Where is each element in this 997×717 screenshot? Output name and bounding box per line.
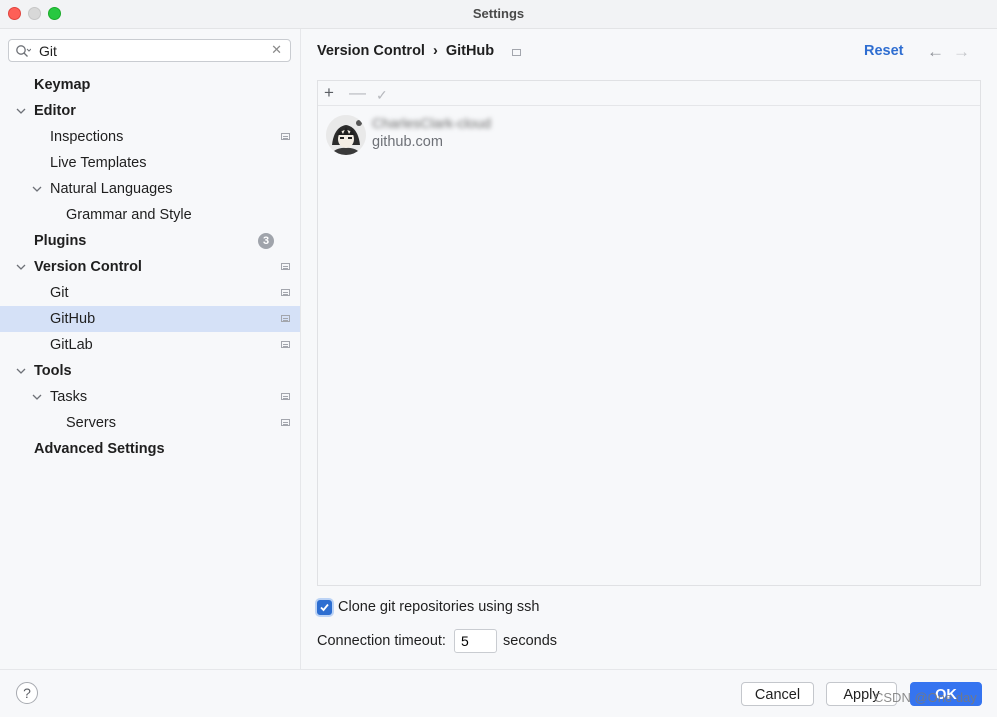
tree-item-keymap[interactable]: Keymap	[0, 72, 300, 98]
remove-account-icon[interactable]: —	[349, 83, 366, 103]
plugins-count-badge: 3	[258, 233, 274, 249]
project-settings-icon	[281, 419, 290, 426]
tree-item-label: Natural Languages	[50, 181, 173, 197]
project-settings-icon	[281, 133, 290, 140]
tree-item-label: Tasks	[50, 389, 88, 405]
project-settings-icon	[281, 393, 290, 400]
forward-arrow-icon[interactable]: →	[953, 42, 970, 62]
chevron-down-icon[interactable]	[32, 392, 42, 402]
account-name: CharlesClark-cloud	[372, 115, 492, 131]
tree-item-label: Servers	[66, 415, 116, 431]
tree-item-plugins[interactable]: Plugins 3	[0, 228, 300, 254]
project-settings-icon	[281, 315, 290, 322]
tree-item-label: Plugins	[34, 233, 87, 249]
tree-item-label: Tools	[34, 363, 72, 379]
project-settings-icon	[281, 289, 290, 296]
tree-item-live-templates[interactable]: Live Templates	[0, 150, 300, 176]
reset-link[interactable]: Reset	[864, 43, 904, 59]
search-box[interactable]: ✕	[8, 39, 291, 62]
breadcrumb: Version Control › GitHub	[317, 43, 494, 59]
tree-item-label: Version Control	[34, 259, 142, 275]
tree-item-label: Git	[50, 285, 69, 301]
tree-item-inspections[interactable]: Inspections	[0, 124, 300, 150]
avatar	[326, 115, 366, 155]
watermark: CSDN @One day​	[874, 690, 977, 705]
project-settings-icon	[281, 341, 290, 348]
add-account-icon[interactable]: +	[324, 83, 334, 103]
search-input[interactable]	[39, 42, 259, 59]
breadcrumb-parent[interactable]: Version Control	[317, 43, 425, 59]
tree-item-tools[interactable]: Tools	[0, 358, 300, 384]
help-button[interactable]: ?	[16, 682, 38, 704]
project-settings-icon	[512, 49, 521, 56]
timeout-label: Connection timeout:	[317, 633, 446, 649]
tree-item-servers[interactable]: Servers	[0, 410, 300, 436]
tree-item-label: Inspections	[50, 129, 124, 145]
title-bar: Settings	[0, 0, 997, 29]
chevron-down-icon[interactable]	[16, 366, 26, 376]
chevron-down-icon[interactable]	[16, 262, 26, 272]
checkmark-icon	[320, 603, 329, 612]
timeout-input[interactable]	[454, 629, 497, 653]
tree-item-editor[interactable]: Editor	[0, 98, 300, 124]
tree-item-label: GitHub	[50, 311, 96, 327]
tree-item-label: Editor	[34, 103, 76, 119]
accounts-toolbar: + — ✓	[318, 81, 980, 106]
tree-item-label: Advanced Settings	[34, 441, 165, 457]
project-settings-icon	[281, 263, 290, 270]
chevron-down-icon[interactable]	[32, 184, 42, 194]
search-icon	[16, 45, 31, 57]
tree-item-label: Live Templates	[50, 155, 147, 171]
dialog-footer: ? Cancel Apply OK CSDN @One day​	[0, 669, 997, 717]
tree-item-version-control[interactable]: Version Control	[0, 254, 300, 280]
settings-sidebar: ✕ Keymap Editor Inspections Live Templat…	[0, 29, 301, 669]
breadcrumb-separator: ›	[432, 43, 438, 59]
clone-ssh-label[interactable]: Clone git repositories using ssh	[338, 599, 540, 615]
chevron-down-icon[interactable]	[16, 106, 26, 116]
tree-item-label: Keymap	[34, 77, 91, 93]
set-default-check-icon[interactable]: ✓	[376, 85, 388, 105]
tree-item-label: GitLab	[50, 337, 93, 353]
clone-ssh-checkbox[interactable]	[317, 600, 332, 615]
tree-item-label: Grammar and Style	[66, 207, 192, 223]
tree-item-git[interactable]: Git	[0, 280, 300, 306]
settings-content: Version Control › GitHub Reset ← → + — ✓ C…	[301, 29, 997, 669]
tree-item-advanced-settings[interactable]: Advanced Settings	[0, 436, 300, 462]
account-list-item[interactable]: CharlesClark-cloud github.com	[326, 115, 966, 157]
tree-item-grammar-and-style[interactable]: Grammar and Style	[0, 202, 300, 228]
timeout-unit: seconds	[503, 633, 558, 649]
clear-search-icon[interactable]: ✕	[271, 42, 282, 58]
breadcrumb-current: GitHub	[445, 43, 495, 59]
tree-item-gitlab[interactable]: GitLab	[0, 332, 300, 358]
back-arrow-icon[interactable]: ←	[927, 42, 944, 62]
cancel-button[interactable]: Cancel	[741, 682, 814, 706]
tree-item-github[interactable]: GitHub	[0, 306, 300, 332]
window-title: Settings	[472, 6, 525, 21]
accounts-panel: + — ✓ CharlesClark-cloud github.com	[317, 80, 981, 586]
tree-item-tasks[interactable]: Tasks	[0, 384, 300, 410]
tree-item-natural-languages[interactable]: Natural Languages	[0, 176, 300, 202]
account-host: github.com	[372, 134, 443, 150]
